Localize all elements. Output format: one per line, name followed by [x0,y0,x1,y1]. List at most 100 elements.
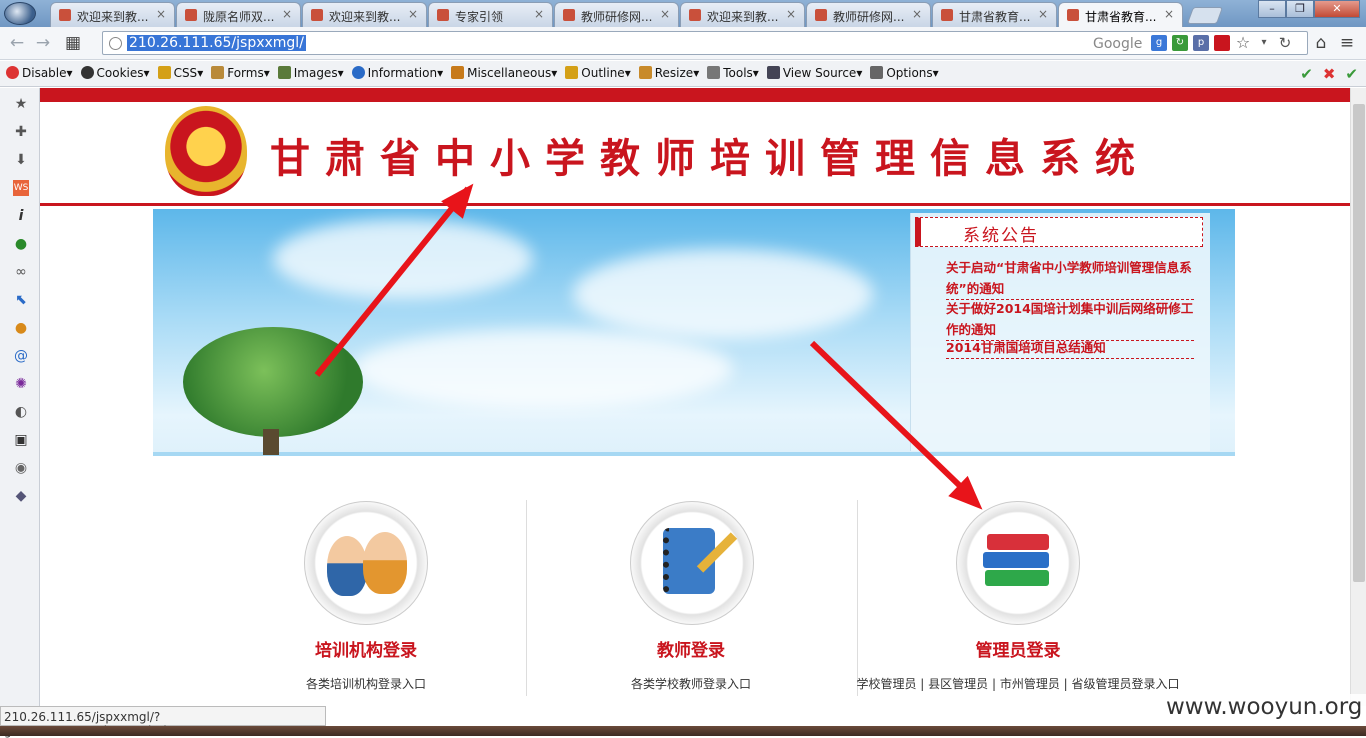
close-window-button[interactable]: ✕ [1314,0,1360,18]
back-arrow-icon[interactable]: ← [6,32,28,54]
tab-9-active[interactable]: 甘肃省教育... × [1058,2,1183,27]
menu-icon[interactable]: ≡ [1336,32,1358,54]
tab-close-icon[interactable]: × [408,7,418,21]
users-icon [363,532,407,594]
palette-icon[interactable]: ◐ [13,404,29,420]
reload-icon[interactable]: ↻ [1277,35,1293,51]
books-icon [985,570,1049,586]
link-icon[interactable]: ∞ [13,264,29,280]
options-menu[interactable]: Options▾ [870,66,939,80]
url-text[interactable]: 210.26.111.65/jspxxmgl/ [127,35,306,51]
info-icon[interactable]: i [13,208,29,224]
outline-menu[interactable]: Outline▾ [565,66,631,80]
notice-item[interactable]: 关于做好2014国培计划集中训后网络研修工作的通知 [946,298,1194,341]
notice-item[interactable]: 关于启动“甘肃省中小学教师培训管理信息系统”的通知 [946,257,1194,300]
favicon-icon [815,9,827,21]
tab-close-icon[interactable]: × [534,7,544,21]
teacher-login-link[interactable]: 教师登录 [581,636,801,661]
miscellaneous-menu[interactable]: Miscellaneous▾ [451,66,557,80]
teacher-login-icon-button[interactable] [630,501,754,625]
chevron-down-icon[interactable]: ▾ [1256,35,1272,51]
favicon-icon [437,9,449,21]
download-icon[interactable]: ⬇ [13,152,29,168]
ws-icon[interactable]: WS [13,180,29,196]
globe-icon [109,37,122,50]
tab-close-icon[interactable]: × [282,7,292,21]
admin-login-link[interactable]: 管理员登录 [908,636,1128,661]
navigation-bar: ← → ▦ 210.26.111.65/jspxxmgl/ Google g ↻… [0,27,1366,60]
qr-icon[interactable]: ▣ [13,432,29,448]
tab-6[interactable]: 欢迎来到教... × [680,2,805,27]
web-page: ★ 甘肃省中小学教师培训管理信息系统 系统公告 关于启动“甘肃省中小学教师培训管… [40,88,1350,706]
institution-login-icon-button[interactable] [304,501,428,625]
css-menu[interactable]: CSS▾ [157,66,203,80]
teacher-login-desc: 各类学校教师登录入口 [630,677,751,691]
tab-close-icon[interactable]: × [156,7,166,21]
information-menu[interactable]: Information▾ [351,66,443,80]
tab-label: 甘肃省教育... [1085,10,1157,24]
notice-item[interactable]: 2014甘肃国培项目总结通知 [946,337,1194,359]
cookies-icon [80,66,94,79]
forward-arrow-icon[interactable]: → [32,32,54,54]
tab-7[interactable]: 教师研修网... × [806,2,931,27]
scrollbar-thumb[interactable] [1353,104,1365,582]
resize-menu[interactable]: Resize▾ [638,66,699,80]
swirl-icon[interactable]: @ [13,348,29,364]
vertical-scrollbar[interactable] [1350,88,1366,706]
institution-login-link[interactable]: 培训机构登录 [256,636,476,661]
tab-2[interactable]: 陇原名师双... × [176,2,301,27]
tab-list: 欢迎来到教... × 陇原名师双... × 欢迎来到教... × 专家引领 × 教师研修… [50,2,1224,27]
address-bar[interactable]: 210.26.111.65/jspxxmgl/ Google g ↻ p ☆ ▾… [102,31,1308,55]
apps-grid-icon[interactable]: ▦ [62,32,84,54]
tab-3[interactable]: 欢迎来到教... × [302,2,427,27]
minimize-button[interactable]: – [1258,0,1286,18]
images-menu[interactable]: Images▾ [277,66,344,80]
cookies-menu[interactable]: Cookies▾ [80,66,150,80]
miscellaneous-icon [451,66,465,79]
view-source-menu[interactable]: View Source▾ [766,66,862,80]
tab-close-icon[interactable]: × [912,7,922,21]
tab-close-icon[interactable]: × [1164,7,1174,21]
google-icon[interactable]: g [1151,35,1167,51]
cursor-icon[interactable]: ⬉ [13,292,29,308]
maximize-button[interactable]: ❐ [1286,0,1314,18]
disable-menu[interactable]: Disable▾ [6,66,73,80]
check-icon[interactable]: ✔ [1345,65,1358,83]
warning-icon[interactable]: ● [13,320,29,336]
green-circle-icon[interactable]: ● [13,236,29,252]
users-icon [327,536,367,596]
home-icon[interactable]: ⌂ [1310,32,1332,54]
bug-icon[interactable]: ✺ [13,376,29,392]
star-icon[interactable]: ★ [13,96,29,112]
favicon-icon [185,9,197,21]
tools-menu[interactable]: Tools▾ [707,66,759,80]
puzzle-icon[interactable]: ✚ [13,124,29,140]
tab-1[interactable]: 欢迎来到教... × [50,2,175,27]
check-icon[interactable]: ✔ [1300,65,1313,83]
php-icon[interactable]: p [1193,35,1209,51]
tab-label: 欢迎来到教... [329,10,401,24]
tab-8[interactable]: 甘肃省教育... × [932,2,1057,27]
browser-logo-icon [4,2,36,25]
web-developer-toolbar: Disable▾ Cookies▾ CSS▾ Forms▾ Images▾ In… [0,61,1366,87]
information-icon [351,66,365,79]
tab-close-icon[interactable]: × [1038,7,1048,21]
flag-icon[interactable] [1214,35,1230,51]
tab-close-icon[interactable]: × [660,7,670,21]
refresh-extension-icon[interactable]: ↻ [1172,35,1188,51]
tab-label: 欢迎来到教... [77,10,149,24]
tab-5[interactable]: 教师研修网... × [554,2,679,27]
tab-4[interactable]: 专家引领 × [428,2,553,27]
forms-menu[interactable]: Forms▾ [211,66,270,80]
tab-close-icon[interactable]: × [786,7,796,21]
star-icon[interactable]: ☆ [1235,35,1251,51]
star-icon: ★ [196,124,214,148]
new-tab-button[interactable] [1186,7,1224,24]
resize-icon [638,66,652,79]
admin-login-icon-button[interactable] [956,501,1080,625]
favicon-icon [59,9,71,21]
globe-icon[interactable]: ◉ [13,460,29,476]
notice-title: 系统公告 [963,226,1039,246]
error-icon[interactable]: ✖ [1323,65,1336,83]
eraser-icon[interactable]: ◆ [13,488,29,504]
